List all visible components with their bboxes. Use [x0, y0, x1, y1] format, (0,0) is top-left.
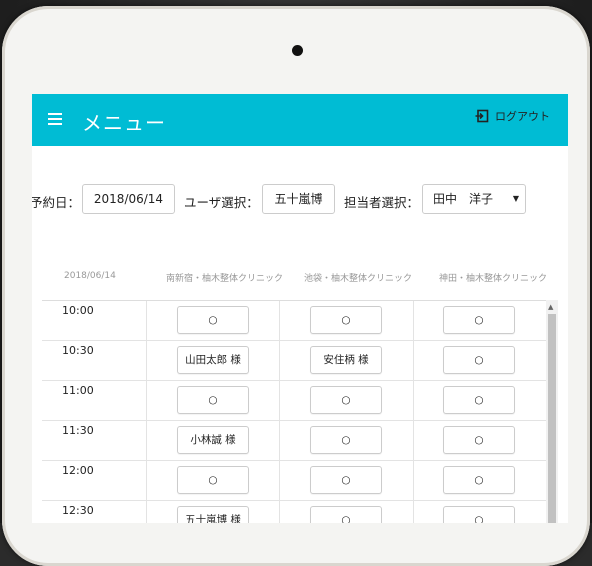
slot-button[interactable]: 安住柄 様: [310, 346, 382, 374]
date-field[interactable]: 2018/06/14: [82, 184, 175, 214]
dropdown-arrow-icon: ▼: [512, 194, 519, 203]
filter-bar: 予約日： 2018/06/14 ユーザ選択： 五十嵐博 担当者選択： 田中 洋子…: [32, 184, 568, 218]
slot-button[interactable]: ○: [310, 426, 382, 454]
logout-label: ログアウト: [495, 110, 550, 123]
slot-button[interactable]: ○: [443, 466, 515, 494]
logout-icon: [475, 109, 489, 123]
time-label: 10:00: [62, 304, 94, 317]
table-row: 10:00 ○ ○ ○: [42, 301, 548, 341]
slot-button[interactable]: ○: [310, 466, 382, 494]
slot-button[interactable]: ○: [310, 506, 382, 523]
time-label: 10:30: [62, 344, 94, 357]
table-row: 11:30 小林誠 様 ○ ○: [42, 421, 548, 461]
slot-button[interactable]: ○: [443, 386, 515, 414]
scrollbar-thumb[interactable]: [548, 314, 556, 523]
slot-button[interactable]: 山田太郎 様: [177, 346, 249, 374]
table-row: 12:00 ○ ○ ○: [42, 461, 548, 501]
table-row: 10:30 山田太郎 様 安住柄 様 ○: [42, 341, 548, 381]
app-screen: メニュー ログアウト 予約日： 2018/06/14 ユーザ選択： 五十嵐博 担…: [32, 94, 568, 523]
camera-icon: [292, 45, 303, 56]
staff-label: 担当者選択：: [344, 195, 420, 210]
slot-button[interactable]: ○: [443, 346, 515, 374]
slot-button[interactable]: ○: [177, 386, 249, 414]
page-title: メニュー: [82, 111, 166, 135]
time-label: 11:30: [62, 424, 94, 437]
time-label: 12:30: [62, 504, 94, 517]
slot-button[interactable]: ○: [443, 306, 515, 334]
scroll-up-arrow-icon[interactable]: ▲: [548, 303, 553, 311]
slot-button[interactable]: ○: [177, 306, 249, 334]
slot-button[interactable]: ○: [310, 306, 382, 334]
clinic-header-1: 南新宿・柚木整体クリニック: [166, 274, 284, 284]
date-label: 予約日：: [32, 195, 81, 210]
slot-button[interactable]: ○: [177, 466, 249, 494]
clinic-header-2: 池袋・柚木整体クリニック: [304, 274, 413, 284]
user-label: ユーザ選択：: [184, 195, 259, 210]
table-row: 12:30 五十嵐博 様 ○ ○: [42, 501, 548, 523]
staff-select-value: 田中 洋子: [433, 192, 494, 206]
user-field[interactable]: 五十嵐博: [262, 184, 335, 214]
clinic-header-3: 神田・柚木整体クリニック: [439, 274, 548, 284]
schedule-grid: 10:00 ○ ○ ○ 10:30 山田太郎 様 安住柄 様 ○ 11:00 ○…: [42, 300, 548, 523]
app-bar: メニュー ログアウト: [32, 94, 568, 146]
table-row: 11:00 ○ ○ ○: [42, 381, 548, 421]
schedule-date: 2018/06/14: [64, 271, 116, 281]
staff-select[interactable]: 田中 洋子 ▼: [422, 184, 526, 214]
slot-button[interactable]: 小林誠 様: [177, 426, 249, 454]
slot-button[interactable]: ○: [310, 386, 382, 414]
hamburger-icon[interactable]: [48, 113, 62, 125]
slot-button[interactable]: ○: [443, 426, 515, 454]
slot-button[interactable]: ○: [443, 506, 515, 523]
logout-button[interactable]: ログアウト: [475, 108, 550, 124]
slot-button[interactable]: 五十嵐博 様: [177, 506, 249, 523]
time-label: 12:00: [62, 464, 94, 477]
time-label: 11:00: [62, 384, 94, 397]
